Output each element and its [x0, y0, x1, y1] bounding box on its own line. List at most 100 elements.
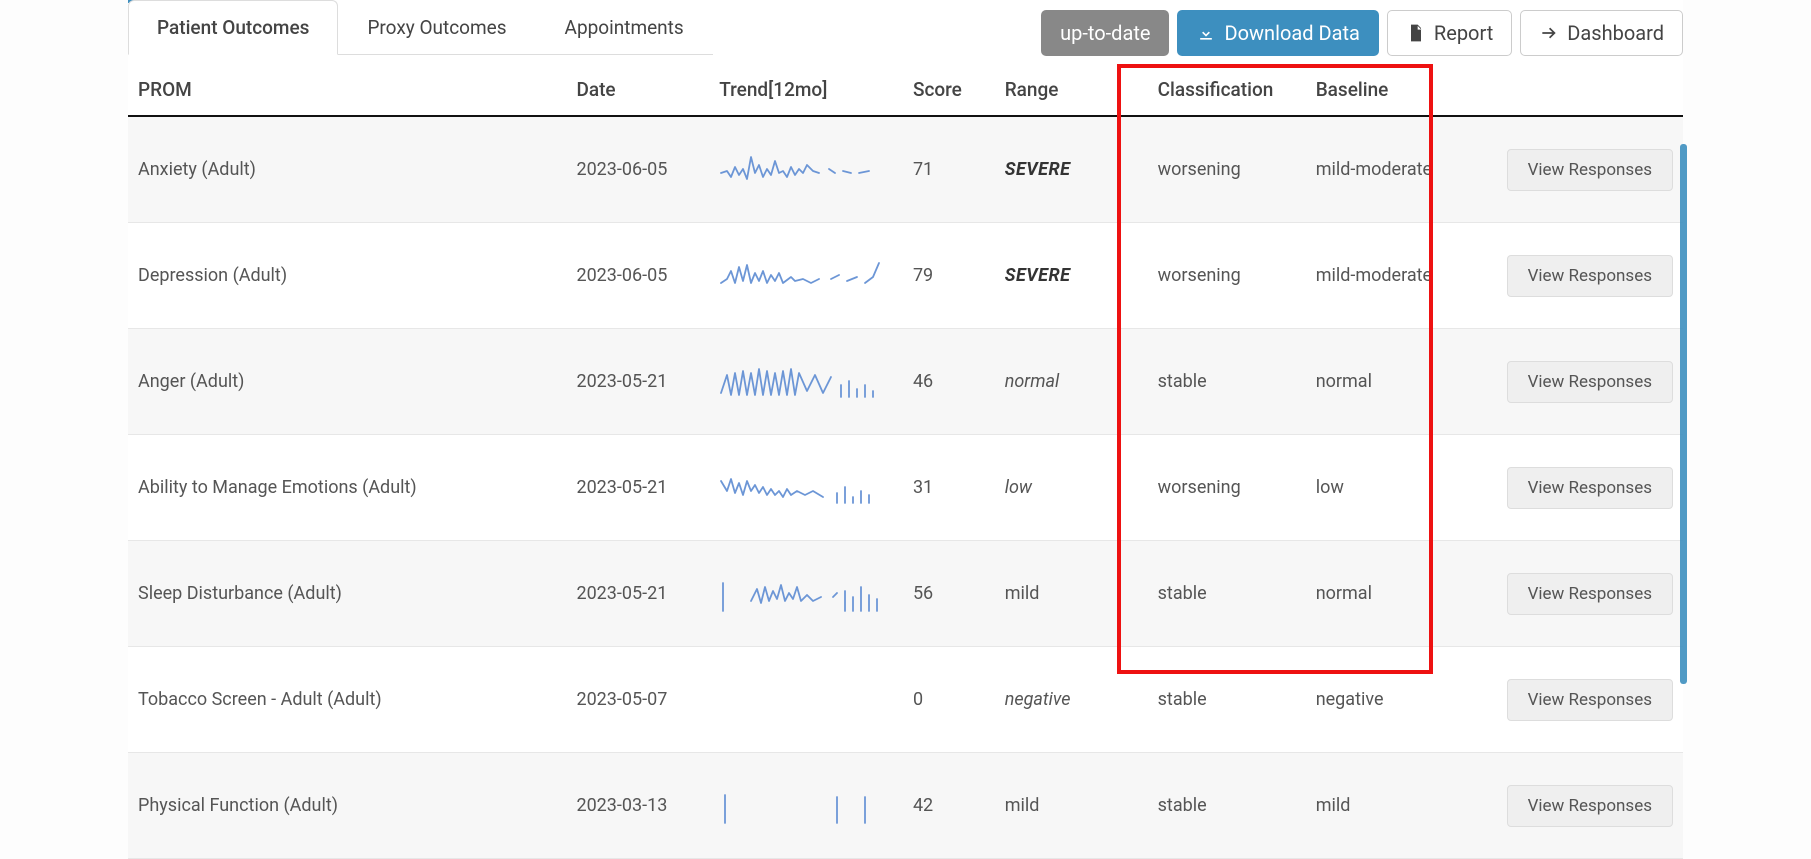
cell-prom: Anxiety (Adult): [128, 116, 566, 223]
view-responses-button[interactable]: View Responses: [1507, 573, 1673, 615]
th-actions: [1469, 64, 1683, 116]
status-up-to-date[interactable]: up-to-date: [1041, 10, 1169, 56]
cell-actions: View Responses: [1469, 116, 1683, 223]
cell-score: 71: [903, 116, 995, 223]
cell-actions: View Responses: [1469, 329, 1683, 435]
cell-baseline: low: [1306, 435, 1469, 541]
th-date[interactable]: Date: [566, 64, 709, 116]
th-baseline[interactable]: Baseline: [1306, 64, 1469, 116]
cell-trend: [709, 116, 903, 223]
sparkline-icon: [719, 567, 889, 615]
cell-date: 2023-03-13: [566, 753, 709, 859]
sparkline-icon: [719, 143, 889, 191]
cell-prom: Ability to Manage Emotions (Adult): [128, 435, 566, 541]
view-responses-button[interactable]: View Responses: [1507, 679, 1673, 721]
th-prom[interactable]: PROM: [128, 64, 566, 116]
cell-classification: stable: [1148, 647, 1306, 753]
cell-trend: [709, 329, 903, 435]
cell-baseline: mild: [1306, 753, 1469, 859]
dashboard-button[interactable]: Dashboard: [1520, 10, 1683, 56]
cell-classification: stable: [1148, 329, 1306, 435]
table-row: Anger (Adult)2023-05-2146normalstablenor…: [128, 329, 1683, 435]
cell-baseline: mild-moderate: [1306, 116, 1469, 223]
cell-actions: View Responses: [1469, 541, 1683, 647]
cell-range: mild: [995, 753, 1148, 859]
vertical-scrollbar[interactable]: [1680, 144, 1687, 684]
report-label: Report: [1434, 21, 1493, 45]
sparkline-icon: [719, 779, 889, 827]
tabs: Patient Outcomes Proxy Outcomes Appointm…: [128, 0, 713, 55]
cell-score: 79: [903, 223, 995, 329]
table-row: Sleep Disturbance (Adult)2023-05-21 56mil…: [128, 541, 1683, 647]
download-data-button[interactable]: Download Data: [1177, 10, 1378, 56]
th-classification[interactable]: Classification: [1148, 64, 1306, 116]
cell-date: 2023-05-07: [566, 647, 709, 753]
table-row: Ability to Manage Emotions (Adult)2023-0…: [128, 435, 1683, 541]
cell-range: mild: [995, 541, 1148, 647]
cell-range: SEVERE: [995, 223, 1148, 329]
table-header-row: PROM Date Trend[12mo] Score Range Classi…: [128, 64, 1683, 116]
cell-score: 42: [903, 753, 995, 859]
view-responses-button[interactable]: View Responses: [1507, 255, 1673, 297]
cell-prom: Sleep Disturbance (Adult): [128, 541, 566, 647]
cell-range: normal: [995, 329, 1148, 435]
tab-patient-outcomes[interactable]: Patient Outcomes: [128, 0, 338, 55]
table-row: Physical Function (Adult)2023-03-1342mil…: [128, 753, 1683, 859]
sparkline-icon: [719, 355, 889, 403]
cell-date: 2023-05-21: [566, 435, 709, 541]
cell-classification: worsening: [1148, 435, 1306, 541]
th-range[interactable]: Range: [995, 64, 1148, 116]
table-row: Tobacco Screen - Adult (Adult)2023-05-07…: [128, 647, 1683, 753]
cell-actions: View Responses: [1469, 647, 1683, 753]
cell-score: 46: [903, 329, 995, 435]
tab-proxy-outcomes[interactable]: Proxy Outcomes: [338, 0, 535, 54]
cell-classification: worsening: [1148, 223, 1306, 329]
table-row: Depression (Adult)2023-06-05 79SEVEREwors…: [128, 223, 1683, 329]
cell-classification: stable: [1148, 753, 1306, 859]
cell-classification: stable: [1148, 541, 1306, 647]
cell-date: 2023-06-05: [566, 223, 709, 329]
cell-baseline: negative: [1306, 647, 1469, 753]
cell-range: negative: [995, 647, 1148, 753]
dashboard-label: Dashboard: [1567, 21, 1664, 45]
cell-baseline: mild-moderate: [1306, 223, 1469, 329]
cell-actions: View Responses: [1469, 435, 1683, 541]
cell-date: 2023-05-21: [566, 541, 709, 647]
cell-actions: View Responses: [1469, 223, 1683, 329]
outcomes-table: PROM Date Trend[12mo] Score Range Classi…: [128, 64, 1683, 859]
cell-trend: [709, 223, 903, 329]
sparkline-icon: [719, 461, 889, 509]
sparkline-icon: [719, 673, 889, 721]
cell-prom: Anger (Adult): [128, 329, 566, 435]
sparkline-icon: [719, 249, 889, 297]
cell-prom: Tobacco Screen - Adult (Adult): [128, 647, 566, 753]
cell-trend: [709, 753, 903, 859]
arrow-right-icon: [1539, 23, 1559, 43]
cell-range: low: [995, 435, 1148, 541]
th-trend[interactable]: Trend[12mo]: [709, 64, 903, 116]
status-label: up-to-date: [1060, 21, 1150, 45]
view-responses-button[interactable]: View Responses: [1507, 149, 1673, 191]
file-icon: [1406, 23, 1426, 43]
view-responses-button[interactable]: View Responses: [1507, 785, 1673, 827]
cell-score: 31: [903, 435, 995, 541]
th-score[interactable]: Score: [903, 64, 995, 116]
cell-prom: Depression (Adult): [128, 223, 566, 329]
cell-baseline: normal: [1306, 329, 1469, 435]
cell-baseline: normal: [1306, 541, 1469, 647]
table-row: Anxiety (Adult)2023-06-0571SEVEREworseni…: [128, 116, 1683, 223]
cell-score: 56: [903, 541, 995, 647]
cell-score: 0: [903, 647, 995, 753]
cell-date: 2023-05-21: [566, 329, 709, 435]
view-responses-button[interactable]: View Responses: [1507, 467, 1673, 509]
tab-appointments[interactable]: Appointments: [536, 0, 713, 54]
cell-trend: [709, 647, 903, 753]
cell-range: SEVERE: [995, 116, 1148, 223]
action-bar: up-to-date Download Data Report Dashboar…: [1041, 0, 1683, 56]
cell-date: 2023-06-05: [566, 116, 709, 223]
cell-actions: View Responses: [1469, 753, 1683, 859]
download-label: Download Data: [1224, 21, 1359, 45]
cell-prom: Physical Function (Adult): [128, 753, 566, 859]
report-button[interactable]: Report: [1387, 10, 1512, 56]
view-responses-button[interactable]: View Responses: [1507, 361, 1673, 403]
